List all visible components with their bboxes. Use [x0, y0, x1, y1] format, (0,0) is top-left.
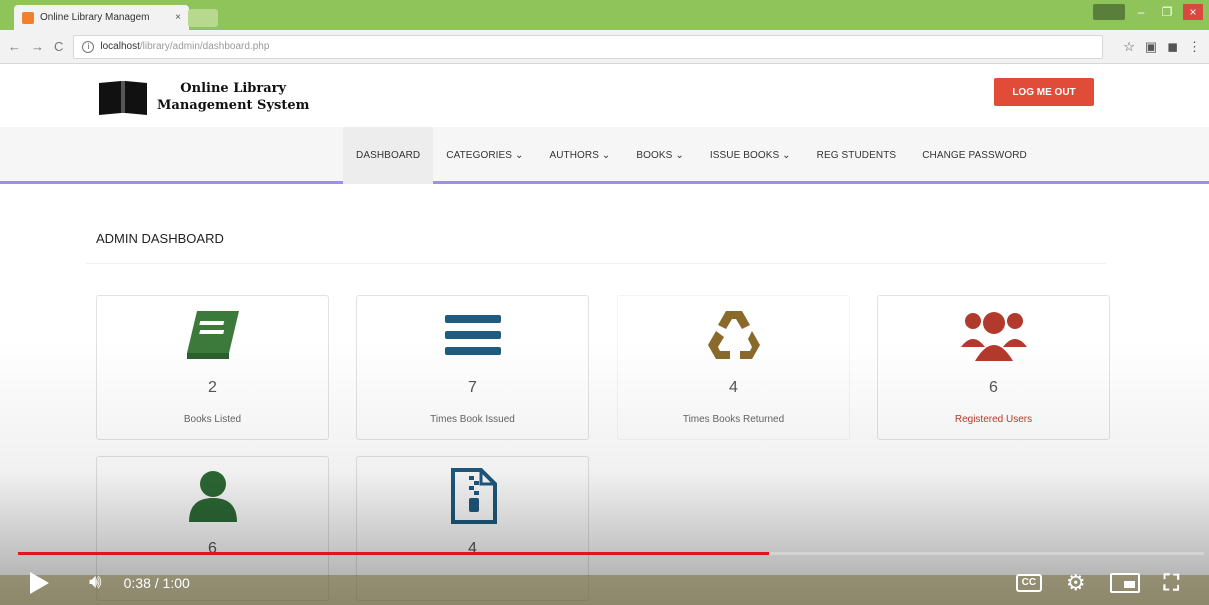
captions-button[interactable]: CC	[1015, 573, 1042, 592]
site-brand[interactable]: Online Library Management System	[97, 77, 309, 117]
tab-title: Online Library Managem	[40, 12, 150, 23]
back-icon[interactable]: ←	[8, 39, 21, 54]
divider	[86, 263, 1106, 264]
card-label: Books Listed	[183, 414, 242, 425]
page-content: Online Library Management System LOG ME …	[0, 65, 1209, 605]
video-time: 0:38 / 1:00	[123, 574, 190, 591]
minimize-button[interactable]: –	[1131, 4, 1151, 20]
url-input[interactable]: i localhost /library/admin/dashboard.php	[73, 34, 1104, 59]
video-progress-fill	[18, 552, 769, 555]
extension-icon[interactable]: ◼	[1167, 39, 1178, 55]
card-count: 6	[208, 540, 217, 557]
user-icon	[97, 465, 328, 527]
card-count: 4	[729, 379, 738, 396]
nav-books[interactable]: BOOKS ⌄	[623, 127, 696, 184]
logout-button[interactable]: LOG ME OUT	[994, 78, 1094, 106]
maximize-button[interactable]: ❐	[1157, 4, 1177, 20]
page-title: ADMIN DASHBOARD	[96, 231, 224, 246]
card-count: 6	[989, 379, 998, 396]
url-host: localhost	[100, 41, 140, 52]
card-label: Times Book Issued	[430, 414, 515, 425]
menu-icon[interactable]: ⋮	[1188, 39, 1201, 55]
info-icon[interactable]: i	[82, 40, 95, 53]
url-path: /library/admin/dashboard.php	[139, 41, 270, 52]
browser-tabstrip: Online Library Managem × – ❐ ×	[0, 0, 1209, 30]
profile-icon[interactable]	[1093, 4, 1125, 20]
video-player-controls: 🔊︎ 0:38 / 1:00 CC ⚙ ⛶	[0, 560, 1209, 605]
new-tab-button[interactable]	[188, 9, 218, 27]
nav-dashboard[interactable]: DASHBOARD	[343, 127, 434, 184]
bookmark-star-icon[interactable]: ☆	[1123, 39, 1135, 55]
users-icon	[878, 304, 1109, 366]
nav-reg-students[interactable]: REG STUDENTS	[804, 127, 910, 184]
brand-line-2: Management System	[157, 98, 310, 113]
video-progress-bar[interactable]	[18, 552, 1204, 555]
forward-icon[interactable]: →	[31, 39, 44, 54]
miniplayer-icon[interactable]	[1109, 572, 1140, 593]
window-controls: – ❐ ×	[1093, 4, 1203, 20]
play-icon[interactable]	[30, 571, 49, 594]
card-count: 2	[208, 379, 217, 396]
recycle-icon	[618, 304, 849, 366]
close-window-button[interactable]: ×	[1183, 4, 1203, 20]
card-count: 4	[468, 540, 477, 557]
reload-icon[interactable]: C	[54, 39, 63, 54]
extension-icon[interactable]: ▣	[1145, 39, 1157, 55]
card-registered-users[interactable]: 6 Registered Users	[877, 295, 1110, 440]
card-label: Times Books Returned	[682, 414, 785, 425]
card-books-listed[interactable]: 2 Books Listed	[96, 295, 329, 440]
card-label: Registered Users	[954, 414, 1033, 425]
address-bar: ← → C i localhost /library/admin/dashboa…	[0, 30, 1209, 64]
favicon-icon	[22, 11, 34, 24]
volume-icon[interactable]: 🔊︎	[89, 571, 102, 594]
open-book-logo-icon	[97, 77, 149, 117]
main-navbar: DASHBOARD CATEGORIES ⌄ AUTHORS ⌄ BOOKS ⌄…	[0, 127, 1209, 184]
card-count: 7	[468, 379, 477, 396]
card-times-books-returned[interactable]: 4 Times Books Returned	[617, 295, 850, 440]
nav-issue-books[interactable]: ISSUE BOOKS ⌄	[697, 127, 804, 184]
fullscreen-icon[interactable]: ⛶	[1164, 570, 1179, 596]
gear-icon[interactable]: ⚙	[1066, 570, 1086, 596]
book-icon	[97, 304, 328, 366]
tab-close-icon[interactable]: ×	[175, 12, 181, 23]
nav-change-password[interactable]: CHANGE PASSWORD	[909, 127, 1040, 184]
nav-categories[interactable]: CATEGORIES ⌄	[433, 127, 536, 184]
list-icon	[357, 304, 588, 366]
browser-tab[interactable]: Online Library Managem ×	[14, 5, 189, 30]
zip-file-icon	[357, 465, 588, 527]
brand-line-1: Online Library	[180, 81, 287, 96]
nav-authors[interactable]: AUTHORS ⌄	[536, 127, 623, 184]
card-times-book-issued[interactable]: 7 Times Book Issued	[356, 295, 589, 440]
